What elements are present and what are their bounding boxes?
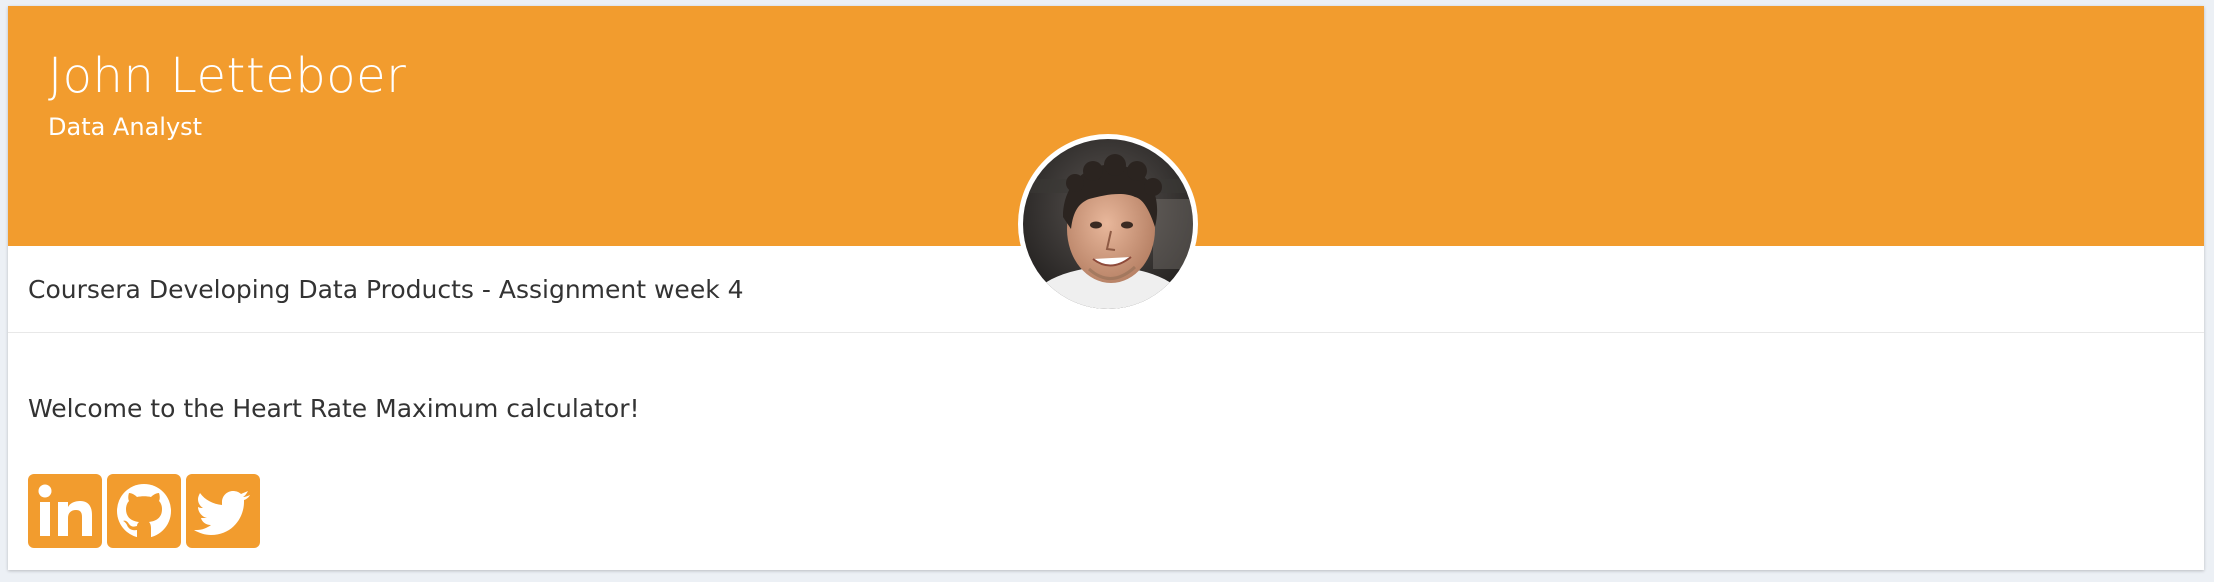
twitter-icon — [194, 491, 250, 535]
avatar — [1018, 134, 1198, 314]
github-link[interactable] — [107, 474, 181, 548]
linkedin-link[interactable] — [28, 474, 102, 548]
avatar-photo — [1023, 139, 1193, 309]
welcome-text: Welcome to the Heart Rate Maximum calcul… — [28, 394, 640, 423]
linkedin-icon — [38, 484, 92, 536]
profile-card: John Letteboer Data Analyst Coursera Dev… — [8, 6, 2204, 570]
profile-role: Data Analyst — [48, 113, 203, 141]
twitter-link[interactable] — [186, 474, 260, 548]
avatar-image — [1023, 139, 1193, 309]
github-icon — [117, 484, 171, 538]
profile-name: John Letteboer — [48, 48, 407, 104]
profile-subtitle: Coursera Developing Data Products - Assi… — [28, 275, 744, 304]
